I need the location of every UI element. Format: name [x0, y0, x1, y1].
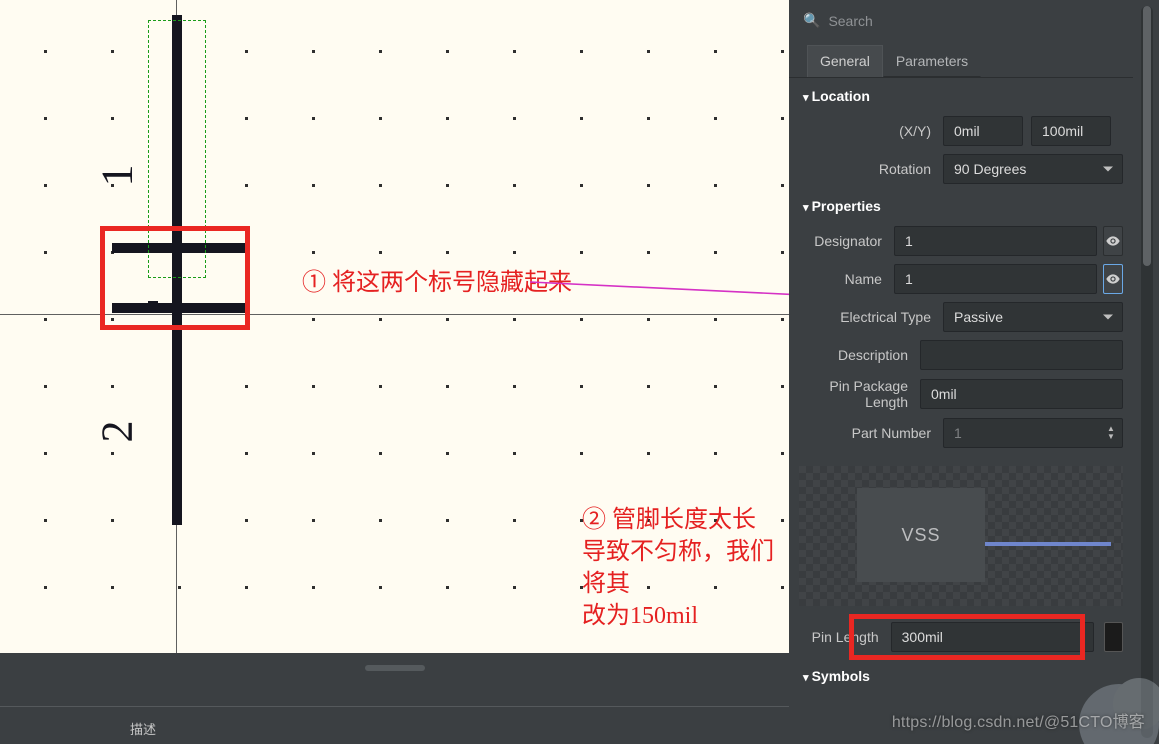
annotation-text-2-line3: 改为150mil — [582, 600, 789, 632]
section-header-symbols[interactable]: Symbols — [789, 658, 1133, 692]
schematic-canvas[interactable]: (function(){ // This script runs before … — [0, 0, 789, 744]
tab-general[interactable]: General — [807, 45, 883, 77]
eye-icon — [1105, 233, 1121, 249]
pin-package-length-label: Pin Package Length — [793, 378, 920, 410]
part-number-input[interactable] — [943, 418, 1123, 448]
name-visibility-toggle[interactable] — [1103, 264, 1123, 294]
designator-label: Designator — [793, 233, 894, 249]
eye-icon — [1105, 271, 1121, 287]
pin-length-input[interactable] — [891, 622, 1094, 652]
properties-panel: 🔍 Search General Parameters Location (X/… — [789, 0, 1159, 744]
designator-input[interactable] — [894, 226, 1097, 256]
annotation-text-2-line1: ② 管脚长度太长 — [582, 504, 789, 536]
section-header-location[interactable]: Location — [789, 78, 1133, 112]
preview-label: VSS — [901, 525, 940, 546]
part-number-down[interactable]: ▼ — [1103, 434, 1119, 440]
name-label: Name — [793, 271, 894, 287]
name-input[interactable] — [894, 264, 1097, 294]
x-input[interactable] — [943, 116, 1023, 146]
pin-color-toggle[interactable] — [1104, 622, 1123, 652]
scrollbar-thumb[interactable] — [1143, 6, 1151, 266]
y-input[interactable] — [1031, 116, 1111, 146]
pin-preview: VSS — [799, 466, 1123, 606]
designator-visibility-toggle[interactable] — [1103, 226, 1123, 256]
electrical-type-select[interactable]: Passive — [943, 302, 1123, 332]
panel-drag-handle[interactable] — [365, 665, 425, 671]
pin-designator-1: 1 — [92, 165, 143, 187]
annotation-text-1: ① 将这两个标号隐藏起来 — [302, 262, 572, 297]
description-input[interactable] — [920, 340, 1123, 370]
part-number-label: Part Number — [793, 425, 943, 441]
electrical-type-label: Electrical Type — [793, 309, 943, 325]
preview-pin-line — [985, 542, 1111, 546]
bottom-tab-label[interactable]: 描述 — [130, 722, 156, 737]
search-input[interactable]: Search — [828, 13, 1123, 29]
scrollbar-track[interactable] — [1141, 6, 1153, 738]
rotation-select[interactable]: 90 Degrees — [943, 154, 1123, 184]
search-icon: 🔍 — [803, 12, 820, 29]
pin-designator-2: 2 — [92, 421, 143, 443]
annotation-text-2-line2: 导致不匀称，我们将其 — [582, 536, 789, 600]
pin-package-length-input[interactable] — [920, 379, 1123, 409]
annotation-text-2: ② 管脚长度太长 导致不匀称，我们将其 改为150mil — [582, 504, 789, 632]
xy-label: (X/Y) — [793, 123, 943, 139]
bottom-strip: 描述 — [0, 653, 789, 744]
rotation-label: Rotation — [793, 161, 943, 177]
bottom-tab-bar[interactable]: 描述 — [0, 706, 789, 744]
annotation-highlight-1 — [100, 226, 250, 330]
preview-body: VSS — [857, 488, 985, 582]
tab-parameters[interactable]: Parameters — [883, 45, 981, 77]
section-header-properties[interactable]: Properties — [789, 188, 1133, 222]
pin-length-label: Pin Length — [793, 629, 891, 645]
description-label: Description — [793, 347, 920, 363]
